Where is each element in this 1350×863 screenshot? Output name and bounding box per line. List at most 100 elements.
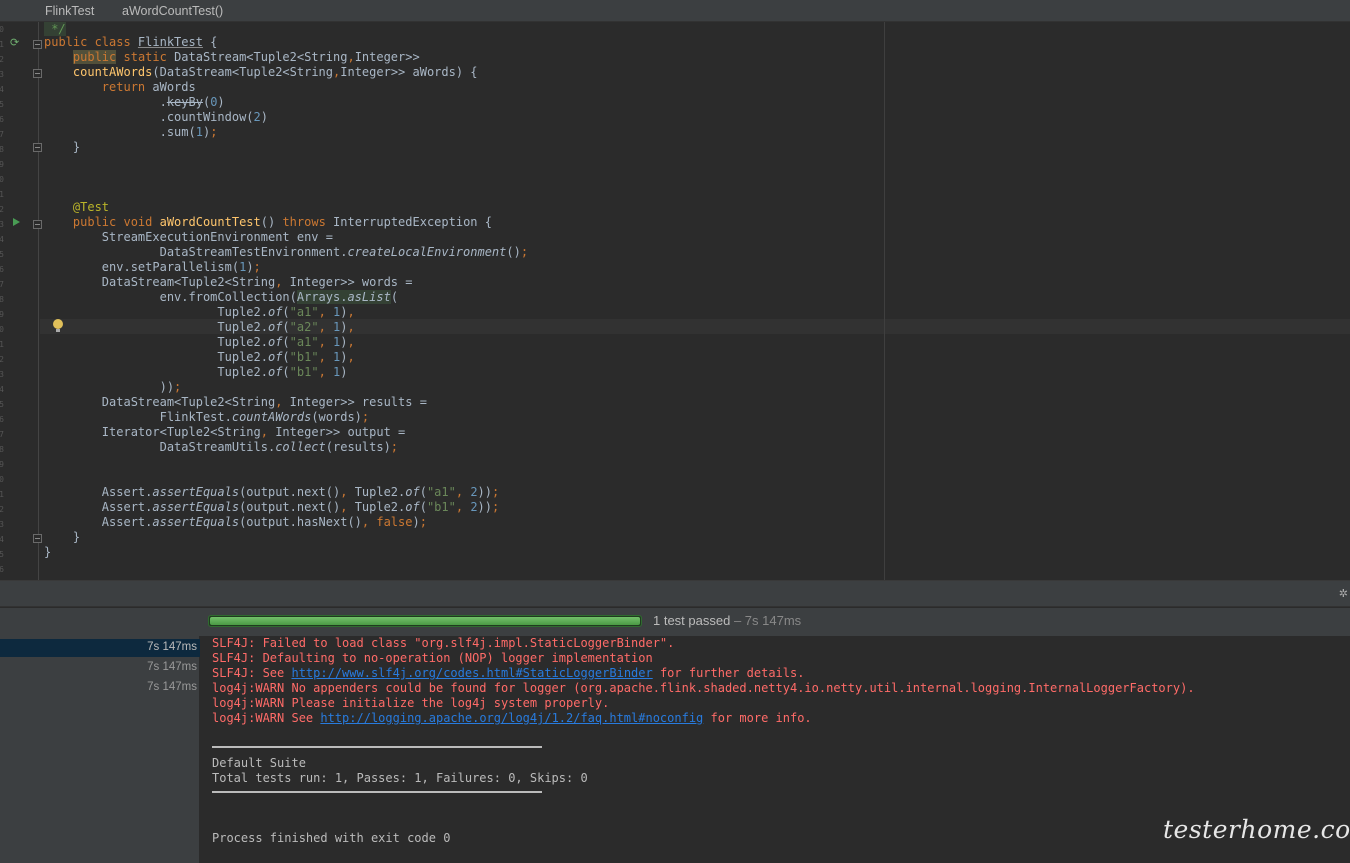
line-number: 4 — [0, 385, 4, 394]
line-number: 1 — [0, 340, 4, 349]
line-number: 3 — [0, 70, 4, 79]
right-margin-guide — [884, 22, 885, 580]
code-line: DataStream<Tuple2<String, Integer>> word… — [101, 275, 413, 289]
code-line: public static DataStream<Tuple2<String,I… — [72, 50, 420, 64]
code-line: )); — [159, 380, 182, 394]
console-line: Default Suite — [212, 756, 306, 770]
code-line: } — [72, 530, 81, 544]
line-number: 6 — [0, 415, 4, 424]
test-progress-bar — [208, 615, 642, 627]
console-line: log4j:WARN Please initialize the log4j s… — [212, 696, 610, 710]
line-number: 5 — [0, 550, 4, 559]
code-line: FlinkTest.countAWords(words); — [159, 410, 370, 424]
test-runner-panel: ✲ 1 test passed – 7s 147ms 7s 147ms 7s 1… — [0, 580, 1350, 863]
fold-toggle-icon[interactable] — [33, 143, 42, 152]
line-number: 6 — [0, 265, 4, 274]
line-number: 0 — [0, 175, 4, 184]
code-line: public void aWordCountTest() throws Inte… — [72, 215, 492, 229]
test-status-bar: 1 test passed – 7s 147ms — [0, 608, 1350, 636]
console-link[interactable]: http://logging.apache.org/log4j/1.2/faq.… — [320, 711, 703, 725]
line-number: 2 — [0, 205, 4, 214]
fold-toggle-icon[interactable] — [33, 69, 42, 78]
code-line: Tuple2.of("a1", 1), — [217, 305, 355, 319]
breadcrumb-method[interactable]: aWordCountTest() — [122, 4, 223, 18]
line-number: 9 — [0, 310, 4, 319]
console-line: log4j:WARN No appenders could be found f… — [212, 681, 1195, 695]
line-number: 7 — [0, 430, 4, 439]
code-line: return aWords — [101, 80, 196, 94]
code-line: public class FlinkTest { — [44, 35, 218, 49]
line-number: 0 — [0, 325, 4, 334]
console-line: Total tests run: 1, Passes: 1, Failures:… — [212, 771, 588, 785]
test-tree-row[interactable]: 7s 147ms — [0, 659, 200, 677]
console-line: SLF4J: Defaulting to no-operation (NOP) … — [212, 651, 653, 665]
line-number: 8 — [0, 445, 4, 454]
line-number: 3 — [0, 520, 4, 529]
test-duration: 7s 147ms — [147, 661, 197, 673]
line-number: 5 — [0, 250, 4, 259]
console-line: SLF4J: Failed to load class "org.slf4j.i… — [212, 636, 675, 650]
code-line: env.fromCollection(Arrays.asList( — [159, 290, 399, 304]
gutter-divider — [38, 22, 39, 580]
code-editor[interactable]: 01234567890123456789012345678901234567 ⟳… — [0, 22, 1350, 580]
test-tree: 7s 147ms 7s 147ms 7s 147ms — [0, 636, 200, 863]
line-number: 4 — [0, 85, 4, 94]
fold-toggle-icon[interactable] — [33, 534, 42, 543]
code-line: Assert.assertEquals(output.hasNext(), fa… — [101, 515, 427, 529]
line-number: 1 — [0, 190, 4, 199]
run-test-icon[interactable] — [13, 218, 20, 226]
code-line: } — [44, 545, 52, 559]
breadcrumb-class[interactable]: FlinkTest — [45, 4, 94, 18]
line-number: 1 — [0, 40, 4, 49]
line-number: 7 — [0, 280, 4, 289]
console-separator — [212, 746, 542, 748]
code-line: .keyBy(0) — [159, 95, 225, 109]
line-number-gutter: 01234567890123456789012345678901234567 — [0, 22, 6, 580]
line-number: 9 — [0, 460, 4, 469]
gear-icon[interactable]: ✲ — [1339, 587, 1348, 600]
line-number: 2 — [0, 505, 4, 514]
code-line: } — [72, 140, 81, 154]
code-line: Iterator<Tuple2<String, Integer>> output… — [101, 425, 406, 439]
code-line: Tuple2.of("b1", 1) — [217, 365, 348, 379]
code-line: Assert.assertEquals(output.next(), Tuple… — [101, 500, 500, 514]
line-number: 3 — [0, 370, 4, 379]
fold-toggle-icon[interactable] — [33, 40, 42, 49]
test-duration: 7s 147ms — [147, 681, 197, 693]
line-number: 0 — [0, 475, 4, 484]
line-number: 4 — [0, 535, 4, 544]
override-icon[interactable]: ⟳ — [10, 36, 19, 49]
fold-toggle-icon[interactable] — [33, 220, 42, 229]
code-line: DataStream<Tuple2<String, Integer>> resu… — [101, 395, 427, 409]
test-tree-row[interactable]: 7s 147ms — [0, 639, 200, 657]
code-line: Tuple2.of("b1", 1), — [217, 350, 355, 364]
console-link[interactable]: http://www.slf4j.org/codes.html#StaticLo… — [291, 666, 652, 680]
line-number: 3 — [0, 220, 4, 229]
code-line: .countWindow(2) — [159, 110, 268, 124]
comment-end: */ — [44, 22, 66, 36]
test-tree-row[interactable]: 7s 147ms — [0, 679, 200, 697]
panel-header: ✲ — [0, 581, 1350, 607]
line-number: 5 — [0, 100, 4, 109]
line-number: 0 — [0, 25, 4, 34]
code-line: DataStreamUtils.collect(results); — [159, 440, 399, 454]
line-number: 7 — [0, 130, 4, 139]
code-line: Assert.assertEquals(output.next(), Tuple… — [101, 485, 500, 499]
line-number: 4 — [0, 235, 4, 244]
code-line: DataStreamTestEnvironment.createLocalEnv… — [159, 245, 529, 259]
line-number: 6 — [0, 565, 4, 574]
line-number: 5 — [0, 400, 4, 409]
code-line: env.setParallelism(1); — [101, 260, 261, 274]
console-separator — [212, 791, 542, 793]
line-number: 2 — [0, 355, 4, 364]
line-number: 8 — [0, 295, 4, 304]
code-line: StreamExecutionEnvironment env = — [101, 230, 333, 244]
line-number: 1 — [0, 490, 4, 499]
line-number: 2 — [0, 55, 4, 64]
code-line: .sum(1); — [159, 125, 218, 139]
test-progress-fill — [210, 617, 640, 625]
line-number: 6 — [0, 115, 4, 124]
console-line: Process finished with exit code 0 — [212, 831, 451, 845]
test-duration: 7s 147ms — [147, 641, 197, 653]
breadcrumb: FlinkTest aWordCountTest() — [0, 0, 1350, 22]
